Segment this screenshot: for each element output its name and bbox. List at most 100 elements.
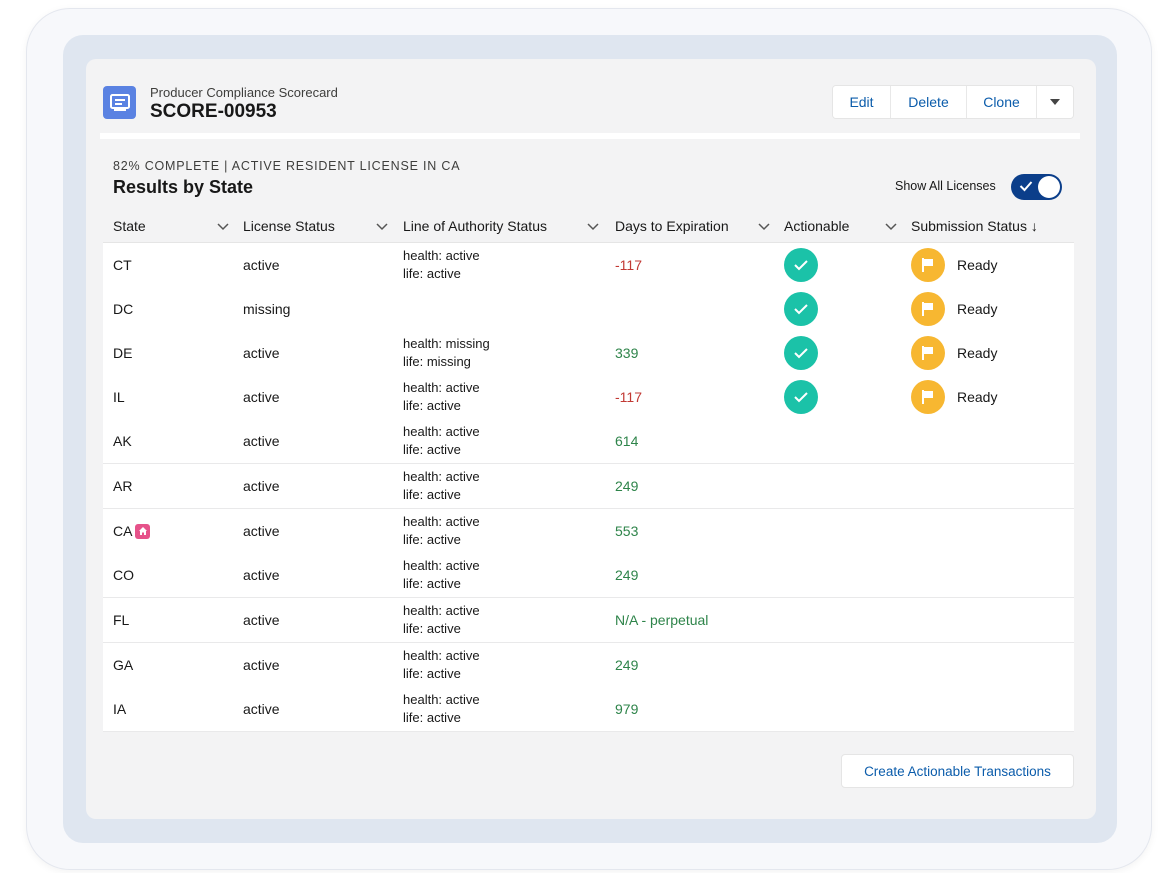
loa-status-cell: health: active life: active xyxy=(403,464,480,508)
column-header-submission-status[interactable]: Submission Status ↓ xyxy=(911,209,1038,243)
column-header-loa-status[interactable]: Line of Authority Status xyxy=(403,209,547,243)
column-header-license-status[interactable]: License Status xyxy=(243,209,335,243)
chevron-down-icon[interactable] xyxy=(586,219,600,233)
loa-status-cell: health: active life: active xyxy=(403,243,480,287)
state-code: CO xyxy=(113,567,134,583)
license-status-cell: active xyxy=(243,257,280,273)
check-circle-icon xyxy=(784,292,818,326)
flag-icon xyxy=(911,248,945,282)
state-code: IA xyxy=(113,701,127,717)
loa-health: health: active xyxy=(403,558,480,573)
state-cell: CT xyxy=(113,243,132,287)
days-to-expiration-cell: 249 xyxy=(615,567,639,583)
state-code: DE xyxy=(113,345,133,361)
more-actions-button[interactable] xyxy=(1037,86,1073,118)
show-all-licenses-toggle[interactable] xyxy=(1011,174,1062,200)
chevron-down-icon[interactable] xyxy=(375,219,389,233)
table-row[interactable]: GA active health: active life: active 249 xyxy=(103,643,1074,688)
section-title: Results by State xyxy=(113,177,254,197)
loa-status-cell: health: active life: active xyxy=(403,598,480,642)
loa-health: health: active xyxy=(403,248,480,263)
column-header-state[interactable]: State xyxy=(113,209,146,243)
state-code: CT xyxy=(113,257,132,273)
record-name: SCORE-00953 xyxy=(150,101,277,122)
days-to-expiration-cell: -117 xyxy=(615,389,642,405)
submission-status-label: Ready xyxy=(957,301,998,317)
state-code: AK xyxy=(113,433,132,449)
table-row[interactable]: DC missing Ready xyxy=(103,287,1074,332)
loa-status-cell: health: active life: active xyxy=(403,553,480,597)
home-icon xyxy=(135,523,151,539)
record-type-label: Producer Compliance Scorecard xyxy=(150,85,338,100)
loa-health: health: active xyxy=(403,603,480,618)
loa-health: health: active xyxy=(403,469,480,484)
days-to-expiration-cell: 614 xyxy=(615,433,639,449)
chevron-down-icon[interactable] xyxy=(757,219,771,233)
record-actions: Edit Delete Clone xyxy=(832,85,1074,119)
loa-health: health: active xyxy=(403,424,480,439)
submission-status-label: Ready xyxy=(957,257,998,273)
edit-button[interactable]: Edit xyxy=(833,86,891,118)
submission-status-label: Ready xyxy=(957,389,998,405)
header-separator xyxy=(100,133,1080,139)
check-circle-icon xyxy=(784,380,818,414)
table-row[interactable]: CT active health: active life: active -117 Re… xyxy=(103,243,1074,288)
loa-life: life: active xyxy=(403,666,461,681)
state-code: AR xyxy=(113,478,133,494)
license-status-cell: active xyxy=(243,478,280,494)
table-row[interactable]: DE active health: missing life: missing 339 R… xyxy=(103,331,1074,376)
clone-button[interactable]: Clone xyxy=(967,86,1037,118)
table-row[interactable]: IL active health: active life: active -117 Re… xyxy=(103,375,1074,420)
chevron-down-icon[interactable] xyxy=(216,219,230,233)
actionable-cell xyxy=(784,375,818,419)
submission-status-cell: Ready xyxy=(911,331,997,375)
state-code: CA xyxy=(113,523,133,539)
loa-life: life: active xyxy=(403,266,461,281)
actionable-cell xyxy=(784,243,818,287)
flag-icon xyxy=(911,380,945,414)
submission-status-cell: Ready xyxy=(911,375,997,419)
check-circle-icon xyxy=(784,248,818,282)
loa-status-cell: health: active life: active xyxy=(403,375,480,419)
submission-status-cell: Ready xyxy=(911,287,997,331)
days-to-expiration-cell: 339 xyxy=(615,345,639,361)
days-to-expiration-cell: N/A - perpetual xyxy=(615,612,709,628)
table-row[interactable]: CA active health: active life: active 553 xyxy=(103,509,1074,554)
state-cell: DE xyxy=(113,331,132,375)
state-cell: IL xyxy=(113,375,125,419)
toggle-knob xyxy=(1038,176,1060,198)
chevron-down-icon[interactable] xyxy=(884,219,898,233)
record-icon-glyph xyxy=(109,93,130,111)
flag-icon xyxy=(911,336,945,370)
column-header-actionable[interactable]: Actionable xyxy=(784,209,849,243)
table-row[interactable]: FL active health: active life: active N/A - … xyxy=(103,598,1074,643)
submission-status-cell: Ready xyxy=(911,243,997,287)
loa-health: health: active xyxy=(403,692,480,707)
table-row[interactable]: AR active health: active life: active 249 xyxy=(103,464,1074,509)
record-type-icon xyxy=(103,86,136,119)
state-cell: DC xyxy=(113,287,133,331)
check-icon xyxy=(1019,181,1033,192)
license-status-cell: active xyxy=(243,345,280,361)
column-header-days-to-expiration[interactable]: Days to Expiration xyxy=(615,209,729,243)
table-row[interactable]: IA active health: active life: active 979 xyxy=(103,687,1074,732)
loa-health: health: active xyxy=(403,648,480,663)
loa-life: life: active xyxy=(403,487,461,502)
state-cell: GA xyxy=(113,643,133,687)
table-row[interactable]: CO active health: active life: active 249 xyxy=(103,553,1074,598)
loa-status-cell: health: missing life: missing xyxy=(403,331,490,375)
table-row[interactable]: AK active health: active life: active 614 xyxy=(103,419,1074,464)
state-code: DC xyxy=(113,301,134,317)
days-to-expiration-cell: 553 xyxy=(615,523,639,539)
create-actionable-transactions-button[interactable]: Create Actionable Transactions xyxy=(841,754,1074,788)
toggle-label: Show All Licenses xyxy=(895,179,996,193)
loa-status-cell: health: active life: active xyxy=(403,419,480,463)
check-circle-icon xyxy=(784,336,818,370)
delete-button[interactable]: Delete xyxy=(891,86,967,118)
caret-down-icon xyxy=(1050,99,1060,105)
days-to-expiration-cell: 249 xyxy=(615,478,639,494)
loa-health: health: active xyxy=(403,514,480,529)
state-cell: CA xyxy=(113,509,151,553)
state-cell: CO xyxy=(113,553,134,597)
license-status-cell: active xyxy=(243,389,280,405)
